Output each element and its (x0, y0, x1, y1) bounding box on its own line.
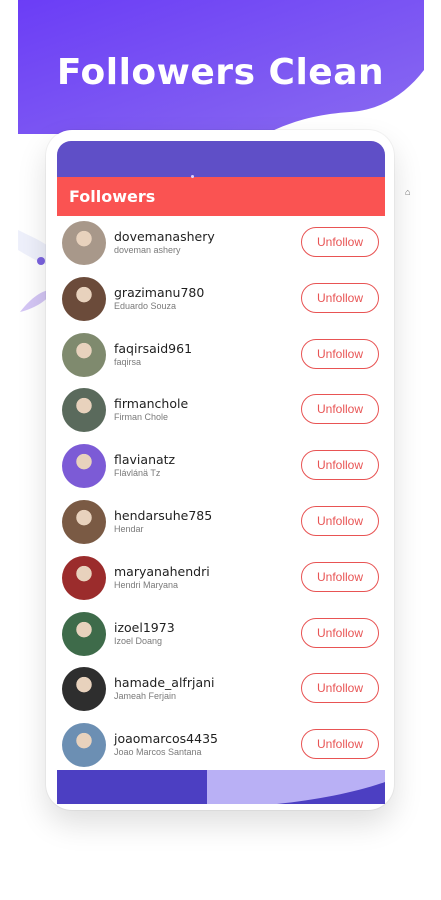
unfollow-button[interactable]: Unfollow (301, 227, 379, 257)
follower-row[interactable]: dovemanashery doveman ashery Unfollow (57, 216, 385, 272)
follower-username: joaomarcos4435 (114, 731, 218, 747)
unfollow-button[interactable]: Unfollow (301, 450, 379, 481)
follower-names: hamade_alfrjani Jameah Ferjain (114, 675, 215, 701)
follower-names: grazimanu780 Eduardo Souza (114, 285, 204, 311)
follower-username: firmanchole (114, 396, 189, 412)
phone-screen: Followers dovemanashery doveman ashery Unf… (57, 141, 385, 804)
dot-icon (37, 257, 45, 265)
unfollow-button[interactable]: Unfollow (301, 729, 379, 760)
follower-fullname: Hendri Maryana (114, 579, 179, 590)
follower-row[interactable]: faqirsaid961 faqirsa Unfollow (57, 328, 385, 384)
follower-username: faqirsaid961 (114, 340, 193, 356)
follower-row[interactable]: flavianatz Flávlánä Tz Unfollow (57, 439, 385, 495)
follower-row[interactable]: izoel1973 Izoel Doang Unfollow (57, 607, 385, 663)
follower-fullname: Jameah Ferjain (114, 691, 177, 702)
status-bar (57, 141, 385, 178)
follower-username: flavianatz (114, 452, 176, 468)
follower-names: flavianatz Flávlánä Tz (114, 452, 175, 478)
avatar (62, 388, 106, 433)
follower-names: firmanchole Firman Chole (114, 396, 188, 422)
follower-username: hamade_alfrjani (114, 675, 215, 691)
follower-row[interactable]: firmanchole Firman Chole Unfollow (57, 383, 385, 439)
follower-fullname: doveman ashery (114, 245, 181, 255)
follower-username: dovemanashery (114, 229, 215, 244)
follower-fullname: Izoel Doang (114, 635, 163, 646)
app-title: Followers (69, 187, 156, 206)
follower-row[interactable]: grazimanu780 Eduardo Souza Unfollow (57, 272, 385, 328)
avatar (62, 499, 106, 544)
follower-fullname: Hendar (114, 523, 144, 534)
follower-username: izoel1973 (114, 619, 175, 635)
promo-headline: Followers Clean (56, 52, 385, 93)
avatar (62, 611, 106, 656)
follower-fullname: Eduardo Souza (114, 300, 177, 311)
avatar (62, 221, 106, 265)
avatar (62, 555, 106, 600)
avatar (62, 667, 106, 712)
unfollow-button[interactable]: Unfollow (301, 505, 379, 536)
avatar (62, 444, 106, 489)
home-icon: ⌂ (405, 187, 411, 197)
unfollow-button[interactable]: Unfollow (301, 282, 379, 313)
status-indicator (191, 175, 194, 178)
unfollow-button[interactable]: Unfollow (301, 394, 379, 425)
follower-row[interactable]: maryanahendri Hendri Maryana Unfollow (57, 551, 385, 607)
follower-fullname: Joao Marcos Santana (114, 747, 202, 758)
follower-names: maryanahendri Hendri Maryana (114, 564, 210, 590)
follower-fullname: Flávlánä Tz (114, 468, 161, 479)
follower-row[interactable]: hendarsuhe785 Hendar Unfollow (57, 495, 385, 551)
unfollow-button[interactable]: Unfollow (301, 561, 379, 592)
follower-names: faqirsaid961 faqirsa (114, 341, 192, 367)
follower-fullname: Firman Chole (114, 412, 169, 423)
follower-row[interactable]: joaomarcos4435 Joao Marcos Santana Unfollo… (57, 718, 385, 774)
unfollow-button[interactable]: Unfollow (301, 338, 379, 369)
follower-username: grazimanu780 (114, 284, 205, 300)
follower-fullname: faqirsa (114, 356, 142, 367)
unfollow-button[interactable]: Unfollow (301, 617, 379, 648)
app-title-bar: Followers (57, 177, 385, 216)
follower-names: dovemanashery doveman ashery (114, 229, 215, 255)
avatar (62, 723, 106, 768)
bottom-decoration (57, 770, 385, 804)
follower-row[interactable]: hamade_alfrjani Jameah Ferjain Unfollow (57, 662, 385, 718)
follower-username: hendarsuhe785 (114, 507, 213, 523)
follower-names: joaomarcos4435 Joao Marcos Santana (114, 731, 218, 757)
follower-username: maryanahendri (114, 563, 210, 579)
follower-names: izoel1973 Izoel Doang (114, 620, 175, 646)
avatar (62, 332, 106, 377)
unfollow-button[interactable]: Unfollow (301, 673, 379, 704)
followers-list[interactable]: dovemanashery doveman ashery Unfollow grazi… (57, 216, 385, 774)
follower-names: hendarsuhe785 Hendar (114, 508, 212, 534)
avatar (62, 276, 106, 321)
